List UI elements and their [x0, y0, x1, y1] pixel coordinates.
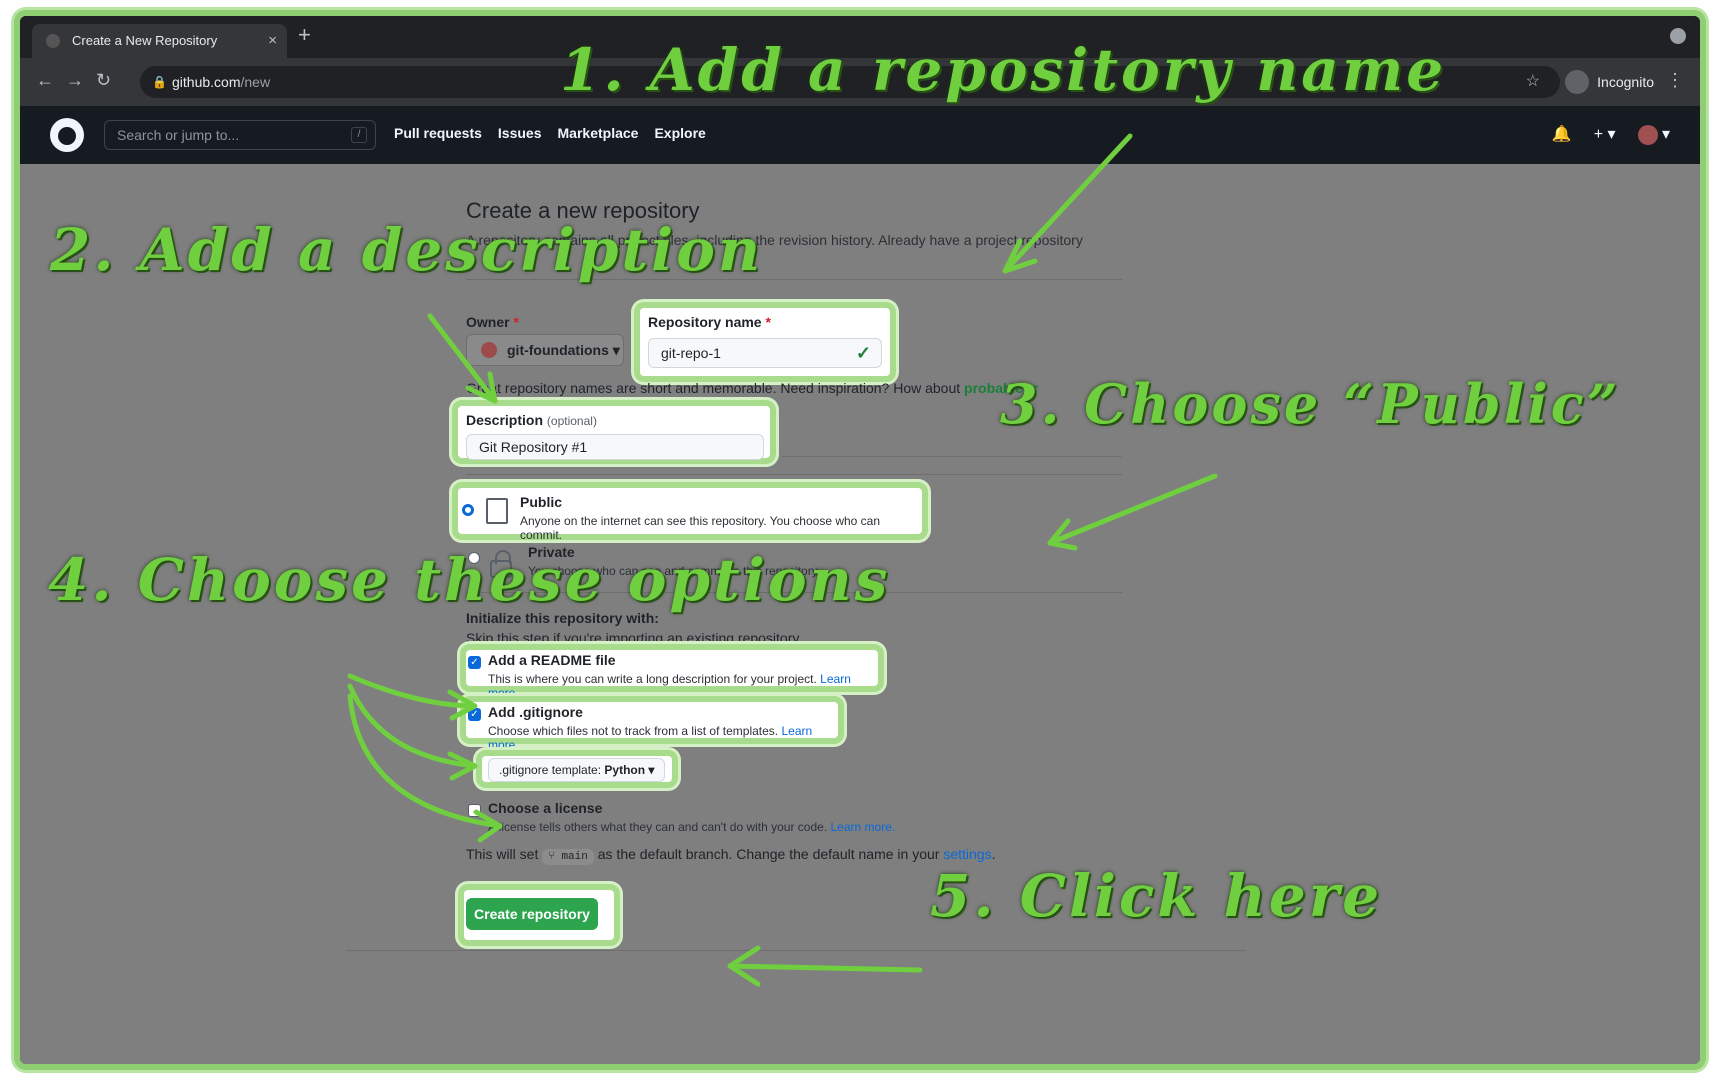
- arrow-step2: [427, 313, 498, 404]
- annotation-arrows: [347, 133, 1218, 987]
- arrow-step5: [727, 945, 923, 987]
- screenshot-frame: Create a New Repository × + ← → ↻ 🔒 gith…: [14, 10, 1706, 1070]
- arrow-step4a: [347, 673, 478, 721]
- arrow-step3: [1047, 473, 1218, 551]
- arrow-step1: [1002, 133, 1133, 274]
